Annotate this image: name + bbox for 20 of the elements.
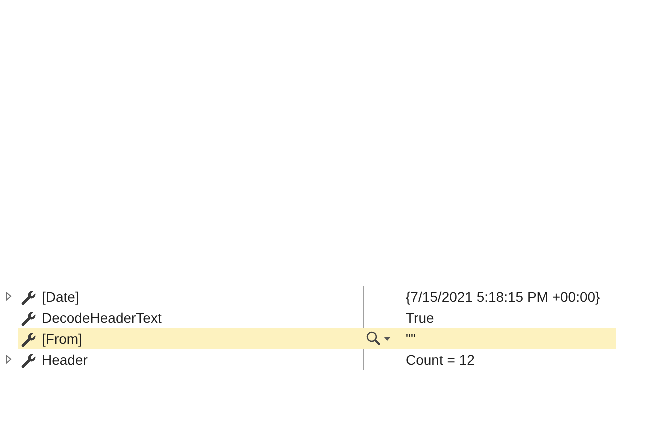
caret-icon[interactable] <box>384 336 391 340</box>
property-name: [Date] <box>42 288 80 304</box>
expand-arrow-icon[interactable] <box>6 355 12 364</box>
property-name: DecodeHeaderText <box>42 310 163 326</box>
property-row[interactable]: DecodeHeaderText True <box>18 307 616 328</box>
property-name: Header <box>42 352 89 368</box>
property-value: {7/15/2021 5:18:15 PM +00:00} <box>406 288 600 304</box>
property-value: "" <box>406 330 416 346</box>
wrench-icon <box>20 288 36 304</box>
wrench-icon <box>20 352 36 368</box>
wrench-icon <box>20 330 36 346</box>
property-value: Count = 12 <box>406 352 475 368</box>
property-row[interactable]: [Date] {7/15/2021 5:18:15 PM +00:00} <box>18 286 616 307</box>
property-name: [From] <box>42 330 84 346</box>
magnifier-icon[interactable] <box>366 331 381 346</box>
property-row[interactable]: Header Count = 12 <box>18 349 616 370</box>
property-row[interactable]: [From] "" <box>18 328 616 349</box>
property-value: True <box>406 310 434 326</box>
expand-arrow-icon[interactable] <box>6 292 12 301</box>
wrench-icon <box>20 310 36 326</box>
